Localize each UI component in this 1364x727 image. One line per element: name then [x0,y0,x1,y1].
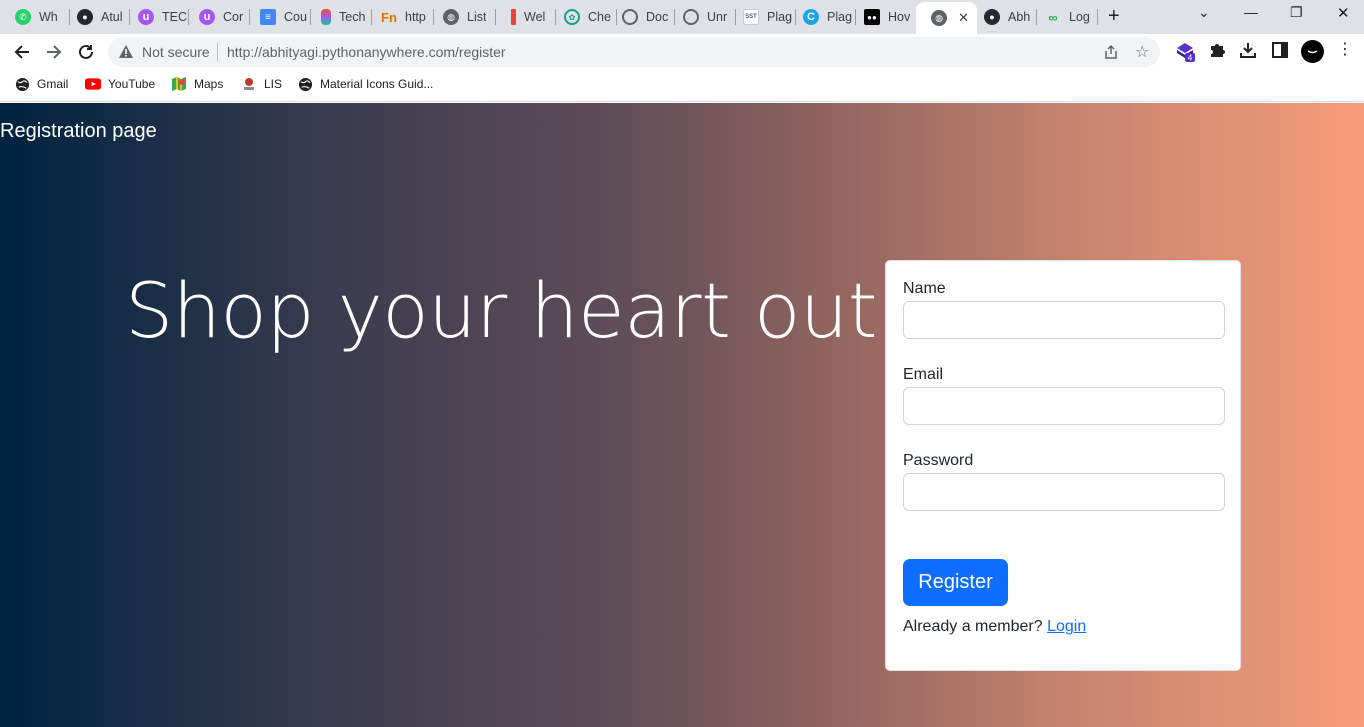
tab-medium[interactable]: ●● Hov [849,4,917,30]
tab-strip: ✆ Wh ● Atul u TEC u Cor ≡ Cou Tech Fn ht… [0,0,1364,34]
name-label: Name [903,280,946,297]
globe-icon [297,76,313,92]
name-input[interactable] [903,301,1225,339]
tab-docs[interactable]: ≡ Cou [245,4,311,30]
address-bar[interactable]: Not secure http://abhityagi.pythonanywhe… [108,37,1160,67]
maps-icon [171,76,187,92]
bookmark-maps[interactable]: Maps [171,76,223,92]
globe-icon [14,76,30,92]
register-button[interactable]: Register [903,559,1008,606]
github-icon: ● [984,9,1000,25]
extension-badge-icon[interactable]: 4 [1175,41,1197,68]
tab-register-active[interactable]: ◍ ✕ [916,2,977,34]
unstop-icon: u [199,9,215,25]
menu-kebab-icon[interactable]: ⋮ [1337,39,1353,59]
medium-icon: ●● [864,9,880,25]
tab-fn[interactable]: Fn http [366,4,434,30]
bookmark-star-icon[interactable]: ☆ [1135,42,1149,62]
side-panel-icon[interactable] [1271,41,1289,64]
chatgpt-icon: ✿ [564,9,580,25]
url-text[interactable]: http://abhityagi.pythonanywhere.com/regi… [227,44,506,60]
close-window-button[interactable]: ✕ [1337,4,1350,22]
tab-plag-sst[interactable]: SST Plag [728,4,796,30]
tab-wel[interactable]: Wel [496,4,556,30]
browser-toolbar: Not secure http://abhityagi.pythonanywhe… [0,34,1364,70]
email-input[interactable] [903,387,1225,425]
tab-whatsapp[interactable]: ✆ Wh [0,4,70,30]
page-title: Registration page [0,120,157,142]
github-icon: ● [77,9,93,25]
whatsapp-icon: ✆ [15,9,31,25]
address-divider [217,43,218,61]
already-member-text: Already a member? [903,618,1043,635]
warning-icon[interactable] [118,44,134,64]
tab-unstop-cor[interactable]: u Cor [184,4,250,30]
tab-doc[interactable]: Doc [607,4,675,30]
extensions-puzzle-icon[interactable] [1208,41,1226,64]
youtube-icon [85,76,101,92]
tab-github-atul[interactable]: ● Atul [62,4,130,30]
bookmark-material-icons[interactable]: Material Icons Guid... [297,76,433,92]
tab-search-chevron-icon[interactable]: ⌄ [1198,4,1210,21]
tab-github-abh[interactable]: ● Abh [969,4,1037,30]
search-icon [622,9,638,25]
password-label: Password [903,452,974,469]
unstop-icon: u [138,9,154,25]
svg-text:4: 4 [1188,54,1193,63]
fn-icon: Fn [381,9,397,25]
sst-icon: SST [743,9,759,25]
figma-icon [321,9,331,25]
download-icon[interactable] [1239,41,1257,64]
tab-unr[interactable]: Unr [668,4,736,30]
page-content: Registration page Shop your heart out Na… [0,103,1364,727]
close-tab-icon[interactable]: ✕ [958,10,969,26]
minimize-button[interactable]: — [1244,4,1258,20]
not-secure-label[interactable]: Not secure [142,44,210,60]
bookmark-gmail[interactable]: Gmail [14,76,68,92]
tab-plag-c[interactable]: C Plag [788,4,856,30]
forward-button[interactable] [43,41,65,63]
bookmark-youtube[interactable]: YouTube [85,76,155,92]
back-button[interactable] [11,41,33,63]
search-icon [683,9,699,25]
tab-unstop-tec[interactable]: u TEC [123,4,189,30]
password-input[interactable] [903,473,1225,511]
tab-figma[interactable]: Tech [306,4,372,30]
google-docs-icon: ≡ [260,9,276,25]
bookmarks-bar: Gmail YouTube Maps LIS Material Icons Gu… [0,70,1364,102]
restore-button[interactable]: ❐ [1290,4,1303,21]
infinity-icon: ∞ [1048,9,1058,25]
hero-heading: Shop your heart out [125,266,878,355]
share-icon[interactable] [1103,44,1119,65]
login-link[interactable]: Login [1047,618,1086,635]
profile-avatar-icon[interactable] [1301,40,1324,68]
tab-log[interactable]: ∞ Log [1030,4,1098,30]
email-label: Email [903,366,944,383]
bookmark-lis[interactable]: LIS [241,76,282,92]
lis-icon [241,76,257,92]
reload-button[interactable] [75,41,97,63]
globe-icon: ◍ [931,10,947,26]
registration-form-card: Name Email Password Register Already a m… [885,260,1241,671]
new-tab-button[interactable]: + [1108,6,1120,26]
globe-icon: ◍ [443,9,459,25]
already-member-row: Already a member? Login [903,618,1086,636]
red-bar-icon [511,9,516,25]
c-icon: C [803,9,819,25]
tab-list[interactable]: ◍ List [428,4,496,30]
